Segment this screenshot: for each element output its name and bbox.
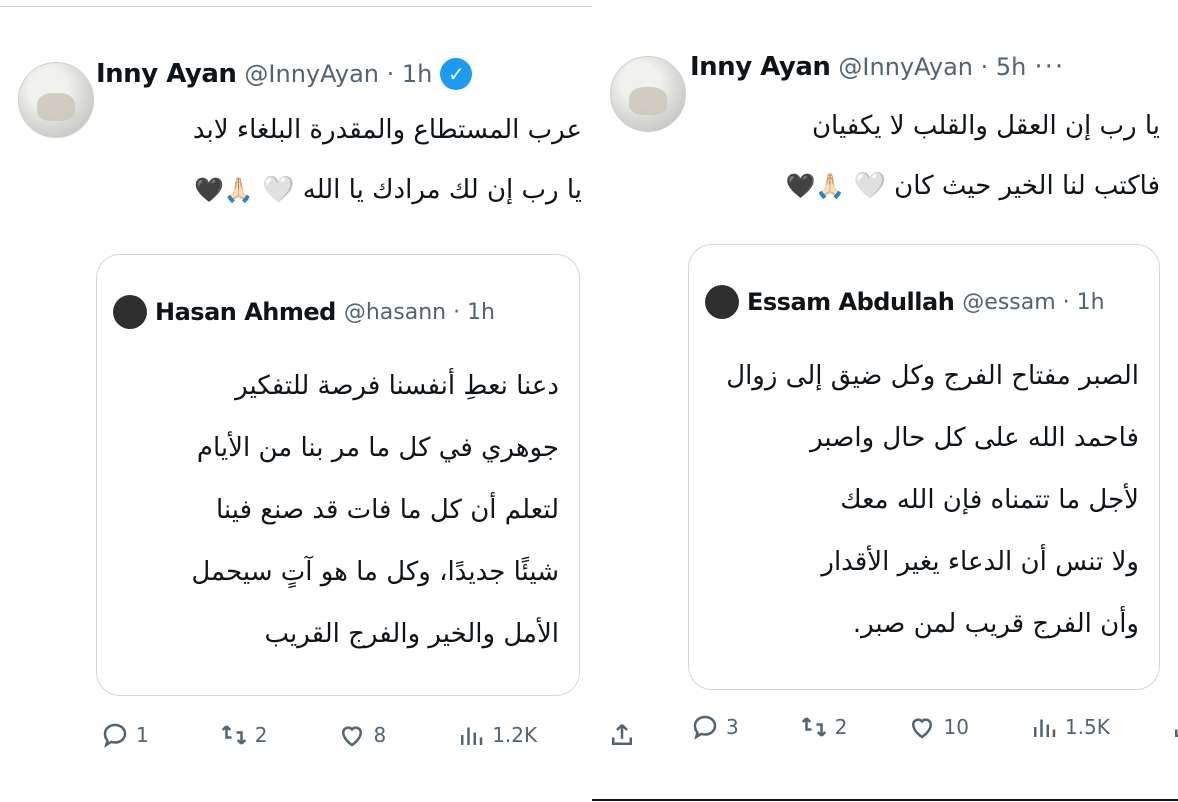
quoted-tweet[interactable]: Essam Abdullah @essam · 1h الصبر مفتاح ا… bbox=[688, 244, 1160, 690]
tweet-text-line: عرب المستطاع والمقدرة البلغاء لابد bbox=[192, 115, 582, 145]
views-button[interactable]: 1.2K bbox=[456, 720, 537, 750]
like-count: 10 bbox=[943, 715, 969, 739]
author-name[interactable]: Inny Ayan bbox=[690, 52, 831, 82]
tweet-text-line: فاكتب لنا الخير حيث كان 🤍 bbox=[853, 171, 1160, 201]
quoted-author-handle: @hasann · 1h bbox=[343, 299, 496, 325]
avatar[interactable] bbox=[610, 56, 686, 132]
analytics-icon bbox=[461, 727, 483, 745]
heart-icon bbox=[342, 726, 363, 747]
quoted-tweet[interactable]: Hasan Ahmed @hasann · 1h دعنا نعطِ أنفسن… bbox=[96, 254, 580, 696]
quoted-line: الأمل والخير والفرج القريب bbox=[264, 619, 559, 649]
views-count: 1.5K bbox=[1064, 715, 1110, 739]
quoted-line: الصبر مفتاح الفرج وكل ضيق إلى زوال bbox=[726, 361, 1139, 391]
quoted-avatar bbox=[705, 285, 739, 319]
quoted-line: وأن الفرج قريب لمن صبر. bbox=[852, 609, 1139, 639]
views-button[interactable]: 1.5K bbox=[1029, 712, 1110, 742]
tweet-header: Inny Ayan @InnyAyan · 1h ✓ bbox=[96, 58, 473, 90]
more-options-icon[interactable]: ··· bbox=[1034, 52, 1065, 82]
reply-button[interactable]: 3 bbox=[690, 712, 739, 742]
quoted-avatar bbox=[113, 295, 147, 329]
quoted-author-name: Essam Abdullah bbox=[747, 288, 955, 316]
repost-count: 2 bbox=[254, 723, 268, 747]
share-button[interactable] bbox=[1170, 712, 1178, 742]
avatar[interactable] bbox=[18, 62, 94, 138]
heart-icon bbox=[912, 718, 933, 739]
quoted-text: دعنا نعطِ أنفسنا فرصة للتفكير جوهري في ك… bbox=[117, 355, 559, 665]
quoted-author-name: Hasan Ahmed bbox=[155, 298, 336, 326]
repost-count: 2 bbox=[834, 715, 848, 739]
quoted-line: ولا تنس أن الدعاء يغير الأقدار bbox=[821, 547, 1139, 577]
quoted-text: الصبر مفتاح الفرج وكل ضيق إلى زوال فاحمد… bbox=[709, 345, 1139, 655]
like-count: 8 bbox=[373, 723, 387, 747]
repost-icon bbox=[801, 717, 826, 737]
repost-button[interactable]: 2 bbox=[219, 720, 268, 750]
tweet-text: عرب المستطاع والمقدرة البلغاء لابد يا رب… bbox=[100, 100, 582, 220]
reply-count: 1 bbox=[136, 723, 149, 747]
share-icon bbox=[612, 724, 633, 745]
top-divider bbox=[0, 6, 592, 7]
quoted-author-handle: @essam · 1h bbox=[962, 289, 1105, 315]
reply-button[interactable]: 1 bbox=[100, 720, 149, 750]
like-button[interactable]: 10 bbox=[907, 712, 969, 742]
views-count: 1.2K bbox=[492, 723, 538, 747]
repost-button[interactable]: 2 bbox=[799, 712, 848, 742]
bottom-divider bbox=[592, 799, 1178, 801]
share-icon bbox=[1174, 729, 1178, 737]
reply-icon bbox=[103, 723, 127, 748]
reply-count: 3 bbox=[726, 715, 739, 739]
quoted-header: Hasan Ahmed @hasann · 1h bbox=[113, 295, 495, 329]
tweet-header: Inny Ayan @InnyAyan · 5h ··· bbox=[690, 52, 1065, 82]
tweet-text-line: يا رب إن العقل والقلب لا يكفيان bbox=[811, 111, 1160, 141]
action-bar: 1 2 8 1.2K bbox=[100, 720, 637, 750]
quoted-line: لتعلم أن كل ما فات قد صنع فينا bbox=[215, 495, 559, 525]
analytics-icon bbox=[1033, 719, 1056, 737]
verified-badge-icon: ✓ bbox=[440, 58, 473, 90]
repost-icon bbox=[221, 725, 246, 745]
quoted-line: لأجل ما تتمناه فإن الله معك bbox=[840, 485, 1139, 515]
share-button[interactable] bbox=[607, 720, 637, 750]
quoted-header: Essam Abdullah @essam · 1h bbox=[705, 285, 1105, 319]
quoted-line: شيئًا جديدًا، وكل ما هو آتٍ سيحمل bbox=[191, 557, 559, 587]
tweet-emoji: 🙏🏻🖤 bbox=[194, 176, 254, 204]
author-handle[interactable]: @InnyAyan · 5h bbox=[838, 53, 1026, 81]
author-name[interactable]: Inny Ayan bbox=[96, 59, 237, 89]
tweet-text-line: يا رب إن لك مرادك يا الله 🤍 bbox=[262, 175, 582, 205]
action-bar: 3 2 10 1.5K bbox=[690, 712, 1178, 742]
tweet-text: يا رب إن العقل والقلب لا يكفيان فاكتب لن… bbox=[700, 96, 1160, 216]
tweet-emoji: 🙏🏻🖤 bbox=[785, 172, 846, 200]
quoted-line: دعنا نعطِ أنفسنا فرصة للتفكير bbox=[235, 371, 559, 401]
like-button[interactable]: 8 bbox=[337, 720, 386, 750]
author-handle[interactable]: @InnyAyan · 1h bbox=[244, 60, 432, 88]
quoted-line: جوهري في كل ما مر بنا من الأيام bbox=[196, 433, 559, 463]
quoted-line: فاحمد الله على كل حال واصبر bbox=[810, 423, 1139, 453]
reply-icon bbox=[693, 715, 717, 740]
